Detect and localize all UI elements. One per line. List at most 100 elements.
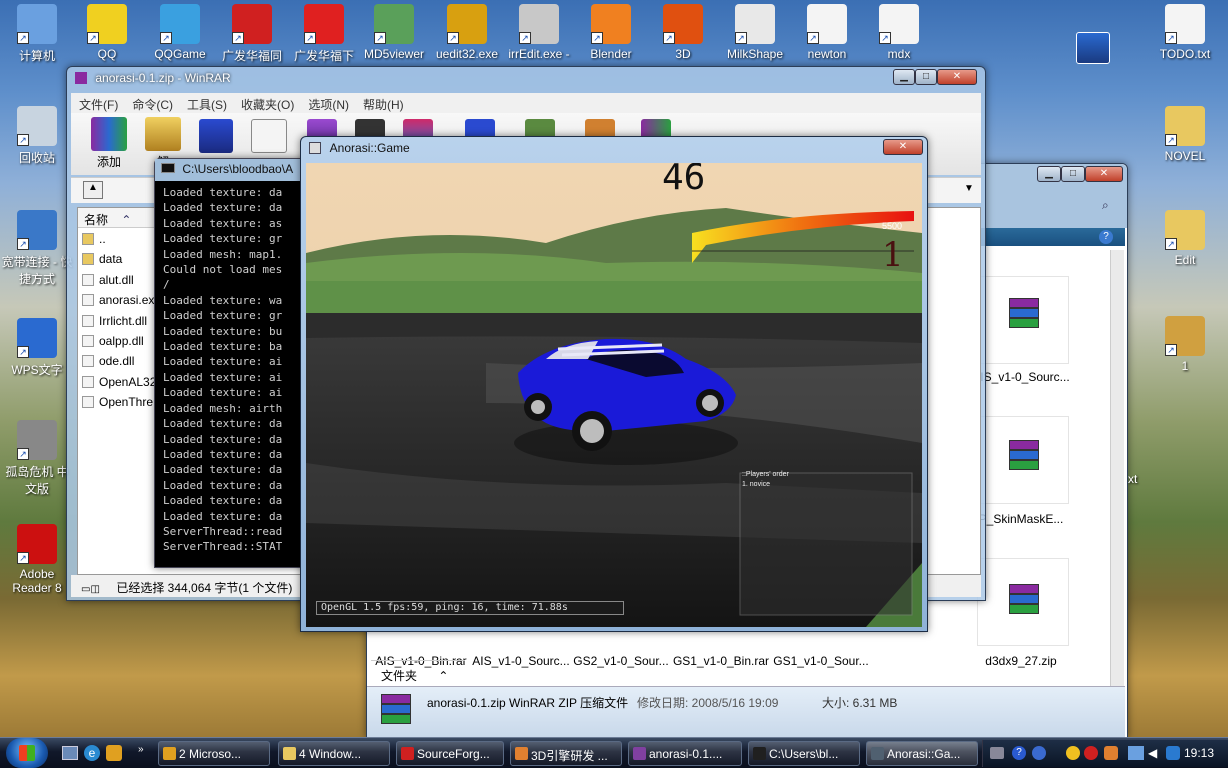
- file-row[interactable]: ode.dll: [82, 354, 161, 374]
- taskbar-button[interactable]: SourceForg...: [396, 741, 504, 766]
- desktop-icon-top[interactable]: ↗ MD5viewer: [357, 4, 431, 61]
- up-folder-button[interactable]: ▲: [83, 181, 103, 199]
- shortcut-arrow-icon: ↗: [663, 32, 675, 44]
- add-button[interactable]: 添加: [83, 117, 135, 170]
- taskbar-button[interactable]: Anorasi::Ga...: [866, 741, 978, 766]
- taskbar-button[interactable]: C:\Users\bl...: [748, 741, 860, 766]
- search-icon[interactable]: ⌕: [1102, 198, 1118, 214]
- shortcut-icon[interactable]: [1076, 32, 1110, 64]
- close-button[interactable]: ✕: [937, 69, 977, 85]
- clock[interactable]: 19:13: [1184, 746, 1214, 760]
- app-icon: ↗: [17, 4, 57, 44]
- desktop-icon-top[interactable]: ↗ Blender: [574, 4, 648, 61]
- media-player-icon[interactable]: [106, 745, 122, 761]
- desktop-icon-top[interactable]: ↗ mdx: [862, 4, 936, 61]
- file-label[interactable]: GS1_v1-0_Sour...: [771, 654, 871, 668]
- tray-qq-icon[interactable]: [1066, 746, 1080, 760]
- desktop-icon-left[interactable]: ↗ 回收站: [0, 106, 74, 166]
- game-viewport[interactable]: 46 5500 1 ::Players' order 1. novice Ope…: [306, 163, 922, 627]
- desktop-icon-left[interactable]: ↗ Adobe Reader 8: [0, 524, 74, 595]
- menu-item[interactable]: 工具(S): [187, 96, 227, 113]
- tray-bluetooth-icon[interactable]: [1166, 746, 1180, 760]
- menu-item[interactable]: 选项(N): [308, 96, 349, 113]
- view-icon[interactable]: [251, 119, 287, 153]
- file-row[interactable]: OpenAL32: [82, 375, 161, 395]
- desktop-icon-top[interactable]: ↗ uedit32.exe: [430, 4, 504, 61]
- file-label[interactable]: d3dx9_27.zip: [971, 654, 1071, 668]
- show-desktop-icon[interactable]: [62, 746, 78, 760]
- file-row[interactable]: data: [82, 252, 161, 272]
- desktop-icon-top[interactable]: ↗ 广发华福下: [287, 4, 361, 64]
- file-label[interactable]: P_SkinMaskE...: [971, 512, 1071, 526]
- desktop-icon-left[interactable]: ↗ 计算机: [0, 4, 74, 64]
- winrar-titlebar[interactable]: anorasi-0.1.zip - WinRAR: [67, 67, 985, 91]
- folders-pane-toggle[interactable]: 文件夹 ⌃: [371, 660, 465, 686]
- desktop-icon-left[interactable]: ↗ 宽带连接 - 快捷方式: [0, 210, 74, 287]
- ie-icon[interactable]: e: [84, 745, 100, 761]
- file-row[interactable]: ..: [82, 232, 161, 252]
- minimize-button[interactable]: ▁: [893, 69, 915, 85]
- menu-bar: 文件(F) 命令(C) 工具(S) 收藏夹(O) 选项(N) 帮助(H): [71, 93, 981, 113]
- taskbar-button[interactable]: 4 Window...: [278, 741, 390, 766]
- desktop-icon-top[interactable]: ↗ MilkShape: [718, 4, 792, 61]
- tray-antivirus-icon[interactable]: [1084, 746, 1098, 760]
- tray-volume-icon[interactable]: ◀: [1148, 746, 1162, 760]
- column-name-header[interactable]: 名称 ⌃: [78, 208, 158, 228]
- rar-file-icon[interactable]: [1003, 582, 1043, 618]
- taskbar-button[interactable]: 3D引擎研发 ...: [510, 741, 622, 766]
- taskbar-button[interactable]: 2 Microso...: [158, 741, 270, 766]
- close-button[interactable]: ✕: [883, 139, 923, 155]
- maximize-button[interactable]: □: [915, 69, 937, 85]
- file-label[interactable]: GS1_v1-0_Bin.rar: [671, 654, 771, 668]
- desktop-icon-top[interactable]: ↗ irrEdit.exe -: [502, 4, 576, 61]
- menu-item[interactable]: 文件(F): [79, 96, 118, 113]
- minimize-button[interactable]: ▁: [1037, 166, 1061, 182]
- file-label[interactable]: AIS_v1-0_Sourc...: [471, 654, 571, 668]
- menu-item[interactable]: 命令(C): [132, 96, 173, 113]
- desktop-icon-left[interactable]: ↗ WPS文字: [0, 318, 74, 378]
- desktop-icon-top[interactable]: ↗ 3D: [646, 4, 720, 61]
- file-row[interactable]: OpenThre: [82, 395, 161, 415]
- desktop-icon-right[interactable]: ↗ TODO.txt: [1148, 4, 1222, 61]
- desktop-icon-top[interactable]: ↗ QQGame: [143, 4, 217, 61]
- taskbar-button[interactable]: anorasi-0.1....: [628, 741, 742, 766]
- tray-keyboard-icon[interactable]: [990, 747, 1004, 759]
- tray-info-icon[interactable]: [1032, 746, 1046, 760]
- tray-help-icon[interactable]: ?: [1012, 746, 1026, 760]
- file-row[interactable]: oalpp.dll: [82, 334, 161, 354]
- quicklaunch-expand-icon[interactable]: »: [138, 744, 144, 755]
- menu-item[interactable]: 收藏夹(O): [241, 96, 294, 113]
- desktop-icon-right[interactable]: ↗ Edit: [1148, 210, 1222, 267]
- add-label: 添加: [96, 155, 121, 169]
- desktop-icon-top[interactable]: ↗ QQ: [70, 4, 144, 61]
- menu-item[interactable]: 帮助(H): [363, 96, 404, 113]
- console-line: Loaded texture: da: [163, 494, 283, 508]
- desktop-icon-right[interactable]: ↗ 1: [1148, 316, 1222, 373]
- start-button[interactable]: [6, 738, 48, 768]
- desktop-icon-right[interactable]: ↗ NOVEL: [1148, 106, 1222, 163]
- file-row[interactable]: Irrlicht.dll: [82, 314, 161, 334]
- dropdown-chevron-icon[interactable]: ▼: [964, 183, 974, 194]
- desktop-icon-top[interactable]: ↗ newton: [790, 4, 864, 61]
- rar-file-icon[interactable]: [1003, 296, 1043, 332]
- file-label[interactable]: AIS_v1-0_Sourc...: [971, 370, 1071, 384]
- file-row[interactable]: alut.dll: [82, 273, 161, 293]
- folders-label: 文件夹: [381, 669, 418, 683]
- console-titlebar[interactable]: C:\Users\bloodbao\A: [155, 159, 313, 181]
- desktop-icon-left[interactable]: ↗ 孤岛危机 中文版: [0, 420, 74, 497]
- file-label[interactable]: GS2_v1-0_Sour...: [571, 654, 671, 668]
- shortcut-arrow-icon: ↗: [160, 32, 172, 44]
- tray-app-icon[interactable]: [1104, 746, 1118, 760]
- app-icon: ↗: [1165, 316, 1205, 356]
- close-button[interactable]: ✕: [1085, 166, 1123, 182]
- help-icon[interactable]: ?: [1099, 230, 1113, 244]
- tray-network-icon[interactable]: [1128, 746, 1144, 760]
- app-icon: ↗: [87, 4, 127, 44]
- test-icon[interactable]: [199, 119, 233, 153]
- file-row[interactable]: anorasi.exe: [82, 293, 161, 313]
- desktop-icon-label: QQGame: [154, 47, 206, 61]
- desktop-icon-top[interactable]: ↗ 广发华福同: [215, 4, 289, 64]
- game-titlebar[interactable]: Anorasi::Game: [301, 137, 927, 161]
- maximize-button[interactable]: □: [1061, 166, 1085, 182]
- rar-file-icon[interactable]: [1003, 438, 1043, 474]
